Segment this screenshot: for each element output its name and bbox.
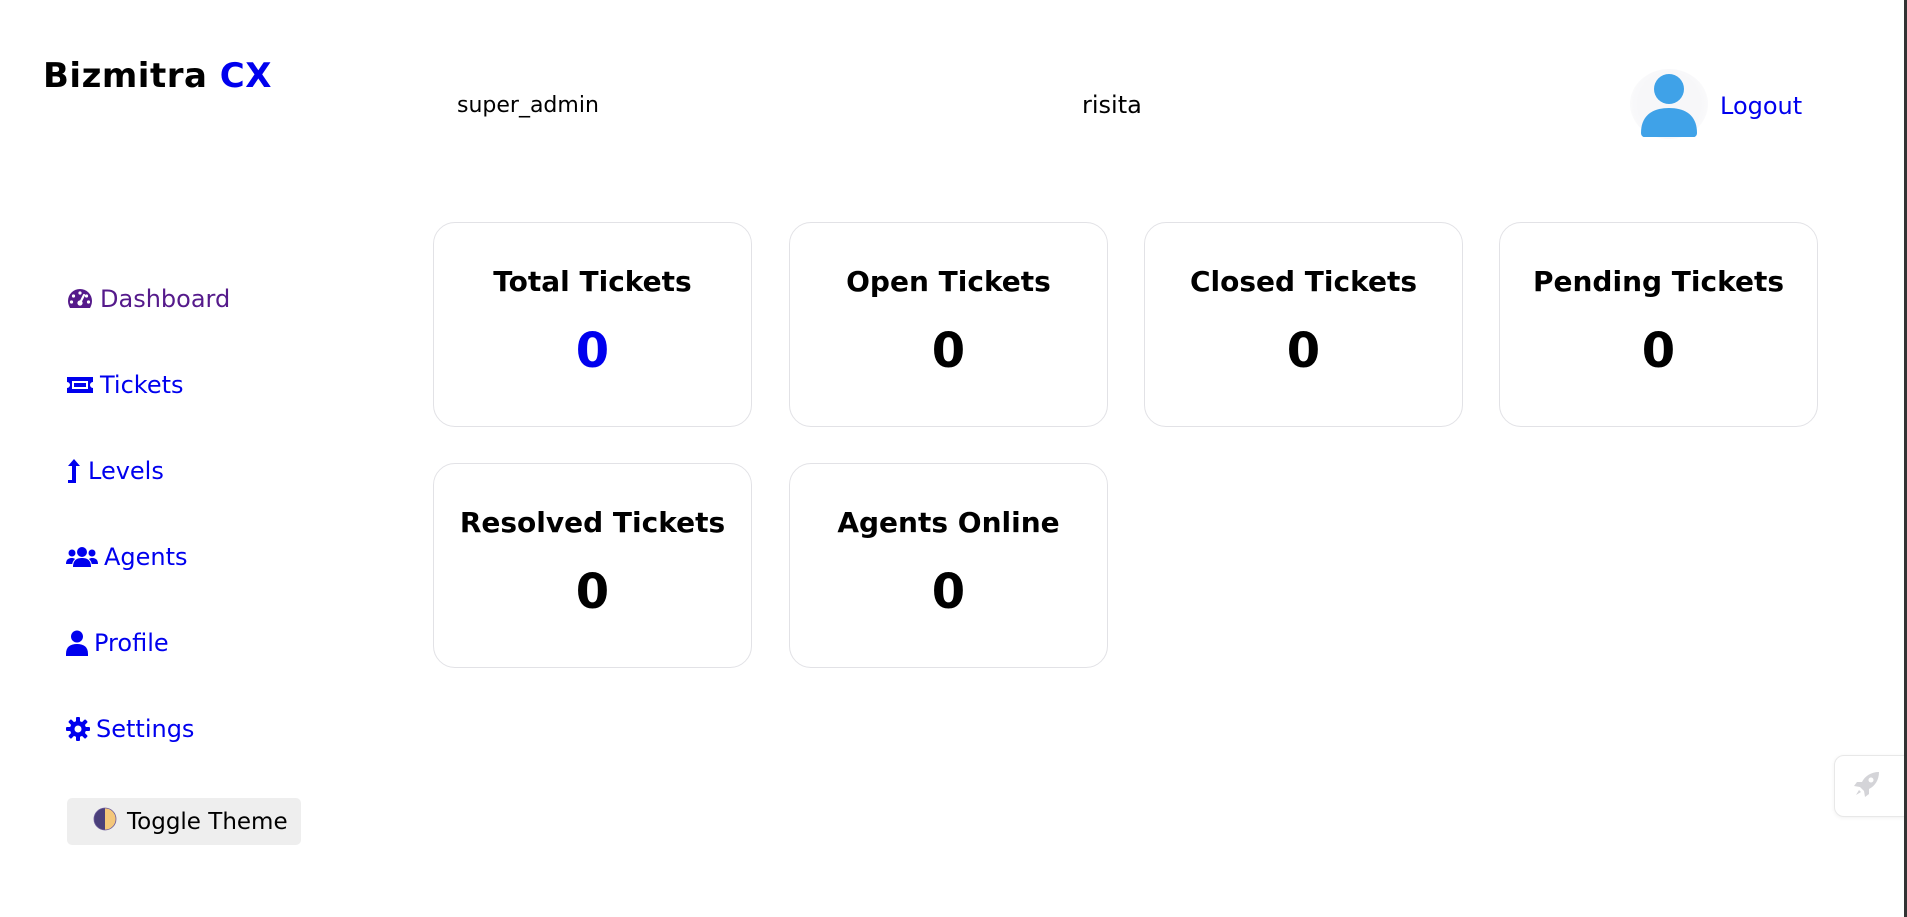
half-moon-icon: [93, 807, 117, 837]
stat-card-title: Total Tickets: [493, 265, 692, 298]
sidebar-item-label: Levels: [88, 457, 164, 485]
logout-link[interactable]: Logout: [1720, 92, 1802, 120]
gauge-icon: [66, 285, 94, 313]
stat-card-total-tickets: Total Tickets 0: [433, 222, 752, 427]
stat-card-open-tickets: Open Tickets 0: [789, 222, 1108, 427]
header-username: risita: [1082, 91, 1142, 119]
avatar: [1630, 69, 1708, 139]
header-role: super_admin: [457, 93, 599, 118]
sidebar-item-label: Settings: [96, 715, 195, 743]
brand-logo: Bizmitra CX: [43, 56, 272, 96]
user-avatar-icon: [1641, 74, 1697, 137]
toggle-theme-label: Toggle Theme: [127, 808, 288, 835]
stat-card-title: Agents Online: [837, 506, 1060, 539]
sidebar-item-dashboard[interactable]: Dashboard: [66, 285, 230, 313]
stat-card-title: Open Tickets: [846, 265, 1051, 298]
stat-card-value: 0: [1641, 323, 1676, 379]
stat-card-closed-tickets: Closed Tickets 0: [1144, 222, 1463, 427]
sidebar-item-profile[interactable]: Profile: [66, 629, 169, 657]
sidebar-item-label: Profile: [94, 629, 169, 657]
gear-icon: [66, 715, 90, 743]
users-icon: [66, 543, 98, 571]
stat-card-value: 0: [575, 323, 610, 379]
sidebar-item-label: Dashboard: [100, 285, 231, 313]
rocket-icon: [1853, 770, 1881, 802]
sidebar-item-settings[interactable]: Settings: [66, 715, 194, 743]
ticket-icon: [66, 371, 94, 399]
stat-card-value: 0: [931, 564, 966, 620]
brand-accent: CX: [219, 56, 272, 96]
sidebar-item-label: Agents: [104, 543, 188, 571]
stat-card-title: Resolved Tickets: [459, 506, 726, 539]
toggle-theme-button[interactable]: Toggle Theme: [67, 798, 301, 845]
stat-card-resolved-tickets: Resolved Tickets 0: [433, 463, 752, 668]
stat-card-agents-online: Agents Online 0: [789, 463, 1108, 668]
dashboard-page: Bizmitra CX super_admin risita Logout Da…: [0, 0, 1907, 917]
stat-card-pending-tickets: Pending Tickets 0: [1499, 222, 1818, 427]
stat-card-value: 0: [1286, 323, 1321, 379]
user-icon: [66, 629, 88, 657]
sidebar-item-label: Tickets: [100, 371, 184, 399]
level-up-arrow-icon: [66, 457, 82, 485]
stat-card-value: 0: [931, 323, 966, 379]
sidebar-item-levels[interactable]: Levels: [66, 457, 164, 485]
sidebar-item-agents[interactable]: Agents: [66, 543, 188, 571]
stat-card-title: Closed Tickets: [1189, 265, 1418, 298]
brand-name: Bizmitra: [43, 56, 208, 96]
stat-card-title: Pending Tickets: [1532, 265, 1784, 298]
stat-card-value: 0: [575, 564, 610, 620]
launcher-button[interactable]: [1834, 755, 1907, 817]
sidebar-item-tickets[interactable]: Tickets: [66, 371, 184, 399]
